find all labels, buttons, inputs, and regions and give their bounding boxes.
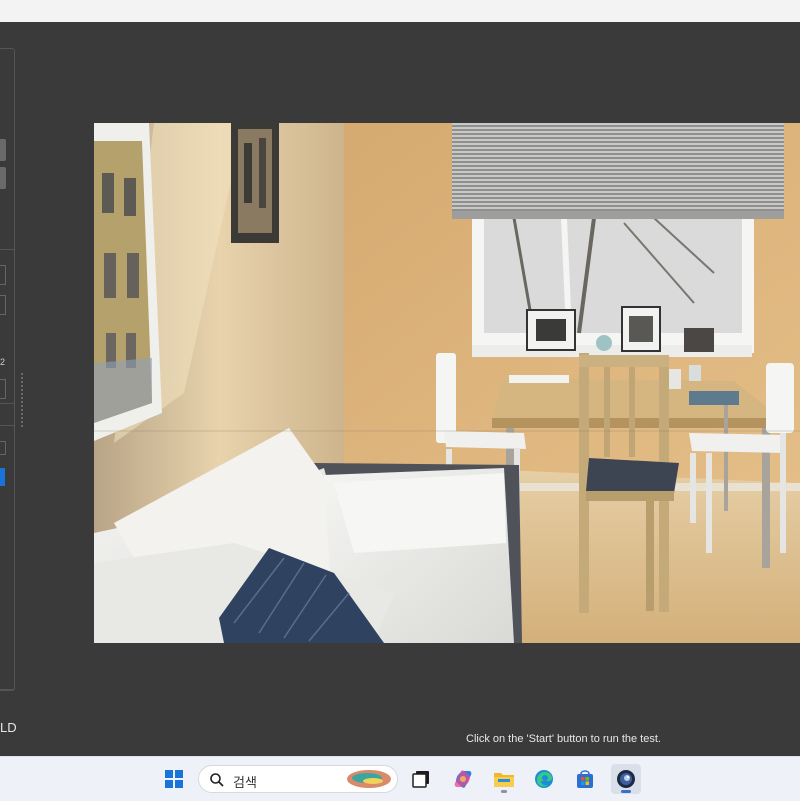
store-icon — [577, 770, 593, 788]
taskbar: 검색 — [0, 756, 800, 801]
settings-value: 2 — [0, 357, 6, 367]
rendered-room-scene — [94, 123, 800, 643]
settings-button-2[interactable] — [0, 167, 6, 189]
running-indicator — [501, 790, 507, 793]
app-icon — [617, 770, 635, 788]
panel-bottom-label: LD — [0, 720, 17, 735]
start-icon — [165, 770, 183, 788]
status-message: Click on the 'Start' button to run the t… — [466, 733, 661, 745]
task-view-button[interactable] — [406, 764, 436, 794]
settings-panel: 2 — [0, 48, 15, 691]
benchmark-app-button[interactable] — [611, 764, 641, 794]
file-explorer-icon — [494, 773, 514, 787]
settings-field-1[interactable] — [0, 265, 6, 285]
search-placeholder: 검색 — [233, 775, 257, 790]
search-highlight-icon — [347, 770, 391, 788]
copilot-button[interactable] — [448, 764, 478, 794]
render-viewport — [94, 123, 800, 643]
start-button[interactable] — [159, 764, 189, 794]
options-group — [0, 425, 15, 690]
benchmark-app-window: 2 LD Click on the 'Start' button to run … — [0, 22, 800, 756]
selected-option[interactable] — [0, 468, 5, 486]
settings-field-3[interactable] — [0, 379, 6, 399]
taskbar-search-box[interactable]: 검색 — [198, 765, 398, 793]
window-title-strip — [0, 0, 800, 22]
panel-splitter-handle[interactable] — [21, 372, 23, 427]
file-explorer-button[interactable] — [489, 764, 519, 794]
edge-icon — [535, 770, 553, 788]
options-dropdown[interactable] — [0, 441, 6, 455]
settings-button-1[interactable] — [0, 139, 6, 161]
search-icon — [210, 773, 224, 787]
edge-button[interactable] — [529, 764, 559, 794]
active-indicator — [621, 790, 631, 793]
task-view-icon — [412, 771, 429, 788]
settings-field-2[interactable] — [0, 295, 6, 315]
store-button[interactable] — [570, 764, 600, 794]
copilot-icon — [454, 770, 472, 788]
